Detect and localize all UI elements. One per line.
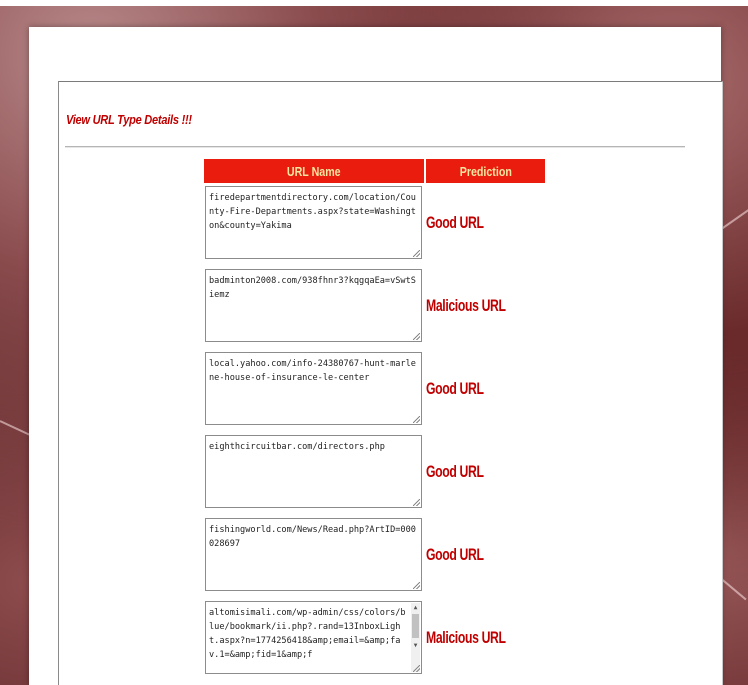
table-row: altomisimali.com/wp-admin/css/colors/blu… (204, 601, 544, 677)
column-header-prediction: Prediction (426, 159, 545, 183)
content-panel: View URL Type Details !!! URL Name Predi… (58, 81, 723, 685)
resize-grip-icon[interactable] (413, 333, 420, 340)
url-textarea[interactable]: badminton2008.com/938fhnr3?kqgqaEa=vSwtS… (205, 269, 422, 342)
table-header: URL Name Prediction (204, 159, 545, 183)
scroll-up-arrow-icon[interactable]: ▲ (411, 603, 420, 612)
vertical-scrollbar[interactable]: ▲ ▼ (411, 603, 420, 672)
resize-grip-icon[interactable] (413, 499, 420, 506)
prediction-label: Malicious URL (426, 628, 506, 647)
resize-grip-icon[interactable] (413, 250, 420, 257)
scroll-thumb[interactable] (412, 614, 419, 638)
scroll-down-arrow-icon[interactable]: ▼ (411, 641, 420, 650)
url-textarea[interactable]: local.yahoo.com/info-24380767-hunt-marle… (205, 352, 422, 425)
prediction-label: Good URL (426, 379, 484, 398)
url-textarea[interactable]: altomisimali.com/wp-admin/css/colors/blu… (205, 601, 422, 674)
prediction-label: Good URL (426, 545, 484, 564)
top-strip (0, 0, 748, 6)
prediction-label: Good URL (426, 213, 484, 232)
page-container: View URL Type Details !!! URL Name Predi… (29, 27, 723, 685)
table-row: badminton2008.com/938fhnr3?kqgqaEa=vSwtS… (204, 269, 544, 345)
url-table: URL Name Prediction firedepartmentdirect… (204, 159, 545, 674)
url-textarea[interactable]: fishingworld.com/News/Read.php?ArtID=000… (205, 518, 422, 591)
resize-grip-icon[interactable] (413, 416, 420, 423)
column-header-url-name: URL Name (204, 159, 424, 183)
prediction-label: Good URL (426, 462, 484, 481)
url-textarea[interactable]: firedepartmentdirectory.com/location/Cou… (205, 186, 422, 259)
table-row: eighthcircuitbar.com/directors.php Good … (204, 435, 544, 511)
table-row: fishingworld.com/News/Read.php?ArtID=000… (204, 518, 544, 594)
prediction-label: Malicious URL (426, 296, 506, 315)
table-row: firedepartmentdirectory.com/location/Cou… (204, 186, 544, 262)
resize-grip-icon[interactable] (413, 665, 420, 672)
resize-grip-icon[interactable] (413, 582, 420, 589)
table-row: local.yahoo.com/info-24380767-hunt-marle… (204, 352, 544, 428)
section-title: View URL Type Details !!! (66, 112, 192, 127)
divider (65, 146, 685, 148)
url-textarea[interactable]: eighthcircuitbar.com/directors.php (205, 435, 422, 508)
